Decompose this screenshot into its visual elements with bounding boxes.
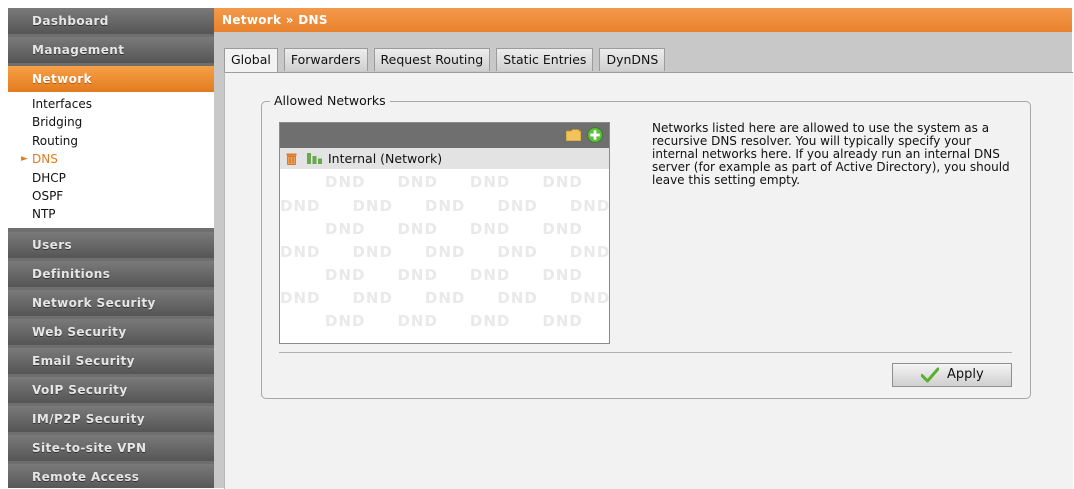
divider [279,352,1012,353]
nav-item-voip-security[interactable]: VoIP Security [8,376,214,403]
allowed-networks-help: Networks listed here are allowed to use … [652,121,1010,187]
add-icon[interactable] [587,127,603,143]
nav-item-definitions[interactable]: Definitions [8,260,214,287]
network-submenu: Interfaces Bridging Routing ► DNS DHCP OS… [8,92,214,228]
trash-icon[interactable] [286,153,297,165]
current-arrow-icon: ► [21,154,28,165]
tab-static-entries[interactable]: Static Entries [496,48,594,71]
submenu-item-interfaces[interactable]: Interfaces [8,95,214,113]
allowed-networks-list[interactable]: Internal (Network) DND DND DND DND DND D… [279,122,610,344]
nav-item-im-p2p-security[interactable]: IM/P2P Security [8,405,214,432]
nav-item-web-security[interactable]: Web Security [8,318,214,345]
tab-panel-global: Allowed Networks Internal (Network) DND … [224,72,1073,489]
breadcrumb: Network » DNS [214,8,1072,32]
submenu-item-bridging[interactable]: Bridging [8,113,214,131]
nav-item-email-security[interactable]: Email Security [8,347,214,374]
list-toolbar [280,123,609,148]
main-area: Network » DNS Global Forwarders Request … [214,8,1073,489]
tab-bar: Global Forwarders Request Routing Static… [224,48,671,73]
nav-item-remote-access[interactable]: Remote Access [8,463,214,488]
nav-item-dashboard[interactable]: Dashboard [8,8,214,34]
tab-request-routing[interactable]: Request Routing [373,48,491,71]
submenu-item-dns-label: DNS [32,152,58,167]
submenu-item-dhcp[interactable]: DHCP [8,169,214,187]
apply-label: Apply [947,367,984,382]
nav-item-site-to-site-vpn[interactable]: Site-to-site VPN [8,434,214,461]
allowed-networks-group: Allowed Networks Internal (Network) DND … [261,93,1031,399]
allowed-networks-legend: Allowed Networks [270,93,390,108]
nav-item-network-security[interactable]: Network Security [8,289,214,316]
list-item[interactable]: Internal (Network) [280,148,609,169]
submenu-item-ospf[interactable]: OSPF [8,187,214,205]
network-icon [307,153,322,164]
check-icon [921,367,939,383]
nav-item-management[interactable]: Management [8,37,214,63]
nav-item-users[interactable]: Users [8,231,214,258]
submenu-item-ntp[interactable]: NTP [8,205,214,223]
folder-icon[interactable] [566,129,581,141]
tab-global[interactable]: Global [224,48,278,73]
apply-button[interactable]: Apply [892,363,1012,387]
submenu-item-routing[interactable]: Routing [8,132,214,150]
network-name: Internal (Network) [328,151,443,166]
tab-dyndns[interactable]: DynDNS [599,48,666,71]
nav-item-network[interactable]: Network [8,66,214,92]
submenu-item-dns[interactable]: ► DNS [8,150,214,168]
sidebar: Dashboard Management Network Interfaces … [8,8,214,488]
tab-forwarders[interactable]: Forwarders [283,48,368,71]
